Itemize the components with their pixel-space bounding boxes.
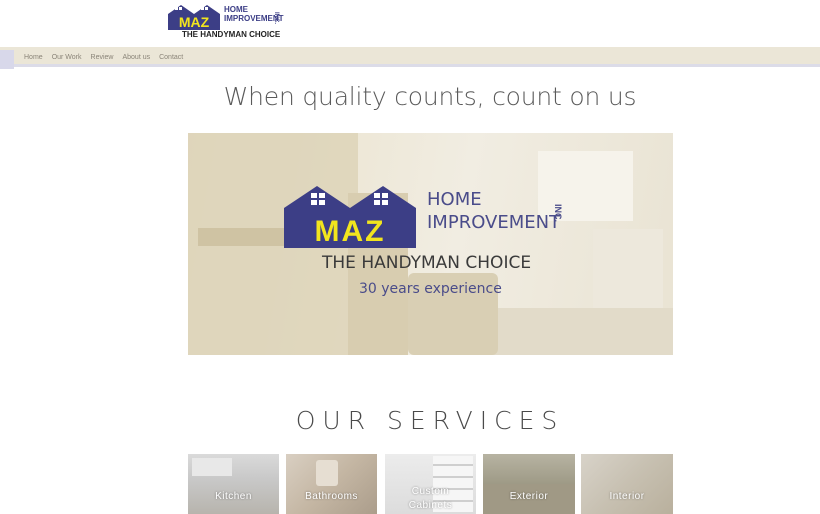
hero-tagline: THE HANDYMAN CHOICE [322,253,532,273]
nav-item-home[interactable]: Home [24,54,43,61]
nav-accent [0,50,14,69]
services-grid: Kitchen Bathrooms Custom Cabinets Exteri… [188,454,673,514]
nav-item-our-work[interactable]: Our Work [52,54,82,61]
logo-inc: INC. [273,12,279,24]
hero-logo-line1: HOME [427,189,482,210]
kitchen-cabinet-shape [192,458,232,476]
main-nav: Home Our Work Review About us Contact [0,47,820,69]
logo-line1: HOME [224,5,248,14]
page-headline: When quality counts, count on us [223,82,637,111]
hero-experience: 30 years experience [359,281,502,297]
service-label-bathrooms: Bathrooms [305,491,358,502]
hero-logo-inc: INC. [553,204,563,222]
house-roof-icon: MAZ [168,5,220,30]
service-tile-interior[interactable]: Interior [581,454,673,514]
service-tile-bathrooms[interactable]: Bathrooms [286,454,377,514]
hero-logo-mark: MAZ [315,215,386,248]
header-logo[interactable]: MAZ HOME IMPROVEMENT INC. THE HANDYMAN C… [166,2,290,42]
logo-mark: MAZ [179,14,210,30]
service-label-custom-cabinets: Custom Cabinets [408,486,453,511]
service-label-interior: Interior [609,491,645,502]
hero-banner: MAZ HOME IMPROVEMENT INC. THE HANDYMAN C… [188,133,673,355]
logo-tagline: THE HANDYMAN CHOICE [182,30,281,39]
nav-item-review[interactable]: Review [91,54,114,61]
hero-house-roof-icon: MAZ [284,186,416,248]
nav-item-about-us[interactable]: About us [122,54,150,61]
hero-bg-counter [488,308,673,355]
service-label-kitchen: Kitchen [215,491,252,502]
service-tile-exterior[interactable]: Exterior [483,454,575,514]
hero-logo: MAZ HOME IMPROVEMENT INC. THE HANDYMAN C… [280,178,580,308]
bathroom-mirror-shape [316,460,338,486]
service-tile-custom-cabinets[interactable]: Custom Cabinets [385,454,476,514]
service-tile-kitchen[interactable]: Kitchen [188,454,279,514]
hero-logo-line2: IMPROVEMENT [427,212,561,233]
nav-item-contact[interactable]: Contact [159,54,183,61]
services-title: OUR SERVICES [295,406,565,435]
hero-bg-cabinet [593,229,663,319]
nav-list: Home Our Work Review About us Contact [24,47,192,67]
service-label-exterior: Exterior [509,491,549,502]
